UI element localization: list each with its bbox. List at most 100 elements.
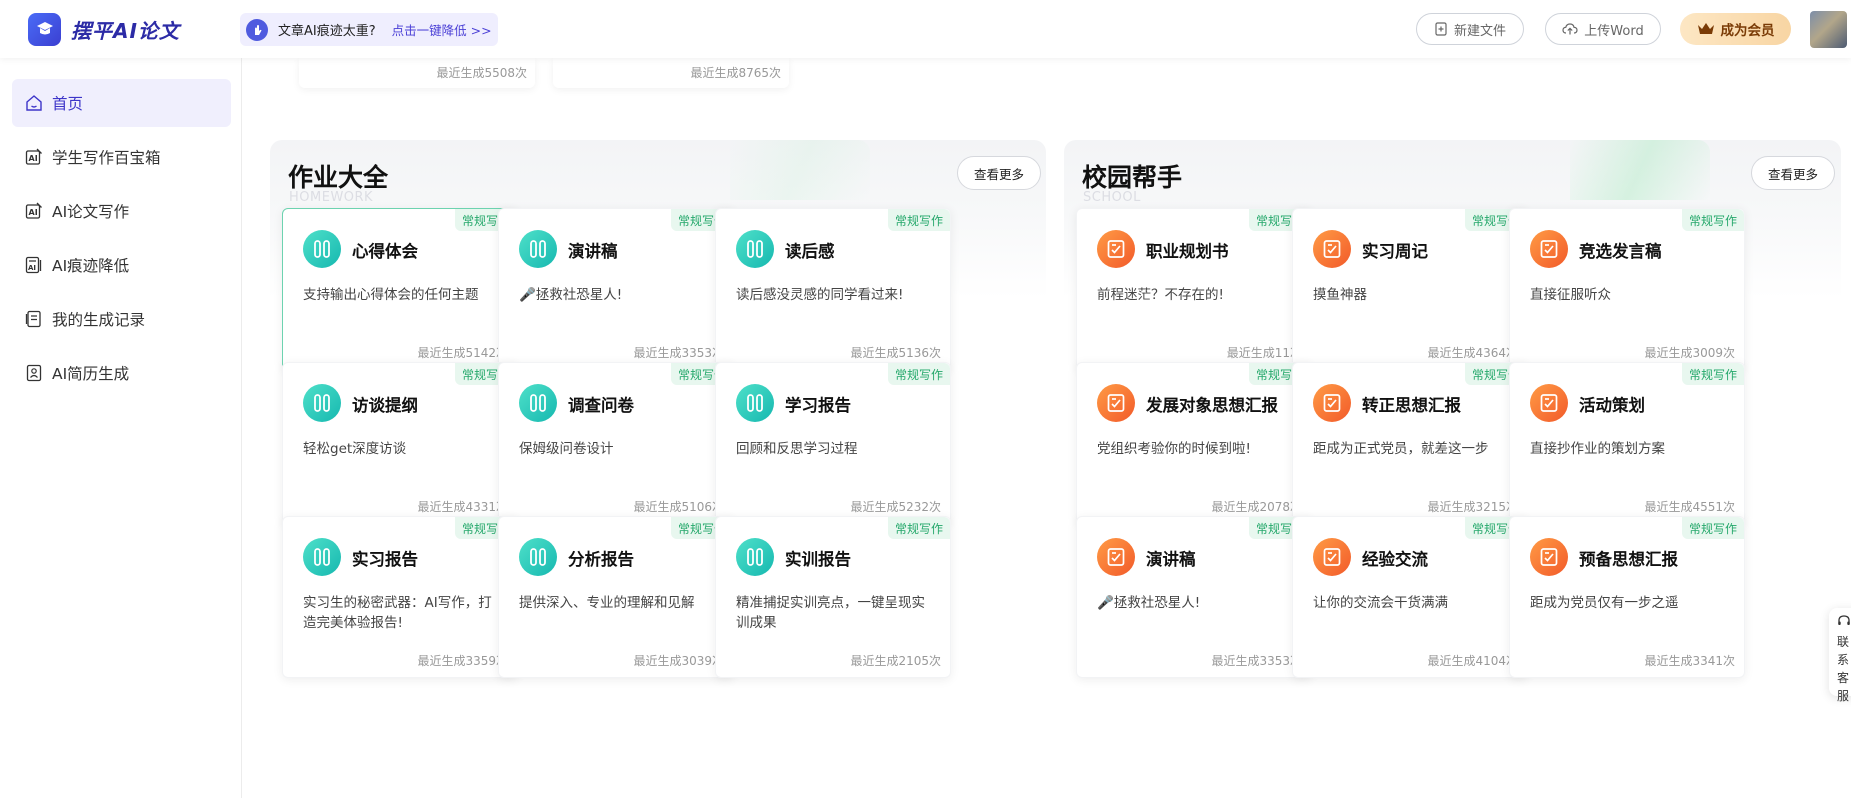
card-count: 最近生成5142次 (417, 346, 508, 360)
card-count: 最近生成3353次 (1211, 654, 1302, 668)
card-description: 距成为正式党员，就差这一步 (1313, 441, 1489, 457)
card-description: 提供深入、专业的理解和见解 (519, 595, 695, 611)
crown-icon (1697, 22, 1715, 36)
writing-card[interactable]: 常规写作 演讲稿 🎤拯救社恐星人! 最近生成3353次 (1076, 516, 1312, 678)
sidebar-item-home[interactable]: 首页 (12, 79, 231, 127)
card-title: 调查问卷 (568, 396, 634, 415)
writing-card[interactable]: 常规写作 活动策划 直接抄作业的策划方案 最近生成4551次 (1509, 362, 1745, 524)
card-title: 分析报告 (568, 550, 634, 569)
panel-subtitle: SCHOOL (1083, 190, 1141, 205)
sidebar-item-label: AI痕迹降低 (52, 257, 130, 275)
card-count: 最近生成2105次 (850, 654, 941, 668)
ai-trace-notice[interactable]: 文章AI痕迹太重? 点击一键降低 >> (240, 13, 498, 46)
writing-card[interactable]: 常规写作 心得体会 支持输出心得体会的任何主题 最近生成5142次 (282, 208, 518, 370)
homework-book-icon (736, 384, 774, 422)
sidebar-item-label: 学生写作百宝箱 (52, 149, 161, 167)
panel-subtitle: HOMEWORK (289, 190, 374, 205)
category-tag: 常规写作 (887, 517, 950, 539)
panel-decoration (730, 140, 870, 200)
homework-book-icon (303, 230, 341, 268)
writing-card[interactable]: 常规写作 访谈提纲 轻松get深度访谈 最近生成4331次 (282, 362, 518, 524)
card-description: 🎤拯救社恐星人! (519, 287, 623, 303)
card-title: 经验交流 (1362, 550, 1428, 569)
sidebar-item-resume[interactable]: AI简历生成 (12, 349, 231, 397)
card-count: 最近生成4364次 (1427, 346, 1518, 360)
card-title: 预备思想汇报 (1579, 550, 1678, 569)
campus-report-icon (1313, 384, 1351, 422)
customer-service-label: 联系客服 (1837, 635, 1850, 703)
writing-card[interactable]: 常规写作 分析报告 提供深入、专业的理解和见解 最近生成3039次 (498, 516, 734, 678)
ai-toolbox-icon: AI (24, 147, 44, 167)
writing-card[interactable]: 常规写作 竞选发言稿 直接征服听众 最近生成3009次 (1509, 208, 1745, 370)
sidebar-item-ai-paper[interactable]: AI AI论文写作 (12, 187, 231, 235)
homework-panel: 作业大全 HOMEWORK 查看更多 常规写作 心得体会 支持输出心得体会的任何主题… (270, 140, 1046, 750)
writing-card[interactable]: 常规写作 调查问卷 保姆级问卷设计 最近生成5106次 (498, 362, 734, 524)
previous-card[interactable]: 最近生成5508次 (299, 58, 535, 88)
writing-card[interactable]: 常规写作 预备思想汇报 距成为党员仅有一步之遥 最近生成3341次 (1509, 516, 1745, 678)
card-description: 距成为党员仅有一步之遥 (1530, 595, 1679, 611)
card-description: 🎤拯救社恐星人! (1097, 595, 1201, 611)
view-more-button[interactable]: 查看更多 (957, 156, 1041, 190)
campus-report-icon (1530, 230, 1568, 268)
card-count: 最近生成3215次 (1427, 500, 1518, 514)
sidebar-item-label: 我的生成记录 (52, 311, 146, 329)
card-description: 让你的交流会干货满满 (1313, 595, 1448, 611)
card-count: 最近生成4551次 (1644, 500, 1735, 514)
sidebar-item-history[interactable]: 我的生成记录 (12, 295, 231, 343)
card-count: 最近生成5106次 (633, 500, 724, 514)
card-description: 党组织考验你的时候到啦! (1097, 441, 1251, 457)
writing-card[interactable]: 常规写作 实训报告 精准捕捉实训亮点，一键呈现实训成果 最近生成2105次 (715, 516, 951, 678)
svg-text:AI: AI (29, 208, 38, 217)
campus-report-icon (1530, 384, 1568, 422)
writing-card[interactable]: 常规写作 转正思想汇报 距成为正式党员，就差这一步 最近生成3215次 (1292, 362, 1528, 524)
previous-card[interactable]: 最近生成8765次 (553, 58, 789, 88)
card-count: 最近生成3009次 (1644, 346, 1735, 360)
card-count: 最近生成4331次 (417, 500, 508, 514)
upload-word-label: 上传Word (1584, 23, 1644, 39)
writing-card[interactable]: 常规写作 读后感 读后感没灵感的同学看过来! 最近生成5136次 (715, 208, 951, 370)
writing-card[interactable]: 常规写作 职业规划书 前程迷茫？不存在的! 最近生成11次 (1076, 208, 1312, 370)
customer-service-button[interactable]: 联系客服 (1829, 608, 1851, 703)
card-count: 最近生成3341次 (1644, 654, 1735, 668)
card-count: 最近生成5232次 (850, 500, 941, 514)
category-tag: 常规写作 (1681, 209, 1744, 231)
campus-report-icon (1530, 538, 1568, 576)
campus-report-icon (1313, 230, 1351, 268)
homework-book-icon (736, 230, 774, 268)
card-count: 最近生成11次 (1226, 346, 1302, 360)
writing-card[interactable]: 常规写作 实习周记 摸鱼神器 最近生成4364次 (1292, 208, 1528, 370)
campus-report-icon (1097, 384, 1135, 422)
notice-reduce-link[interactable]: 点击一键降低 >> (392, 20, 492, 39)
sidebar: 首页 AI 学生写作百宝箱 AI AI论文写作 AI AI痕迹降低 我的生成记录… (0, 58, 242, 798)
writing-card[interactable]: 常规写作 经验交流 让你的交流会干货满满 最近生成4104次 (1292, 516, 1528, 678)
campus-panel: 校园帮手 SCHOOL 查看更多 常规写作 职业规划书 前程迷茫？不存在的! 最近生成… (1064, 140, 1841, 750)
headset-icon (1838, 615, 1850, 625)
new-file-label: 新建文件 (1453, 23, 1506, 39)
card-title: 职业规划书 (1146, 242, 1229, 261)
writing-card[interactable]: 常规写作 演讲稿 🎤拯救社恐星人! 最近生成3353次 (498, 208, 734, 370)
card-title: 心得体会 (352, 242, 418, 261)
logo[interactable]: 摆平AI论文 (28, 12, 180, 46)
become-vip-button[interactable]: 成为会员 (1680, 13, 1791, 45)
category-tag: 常规写作 (887, 363, 950, 385)
upload-word-button[interactable]: 上传Word (1545, 13, 1661, 45)
writing-card[interactable]: 常规写作 实习报告 实习生的秘密武器：AI写作，打造完美体验报告! 最近生成3359次 (282, 516, 518, 678)
card-title: 竞选发言稿 (1579, 242, 1662, 261)
card-description: 保姆级问卷设计 (519, 441, 614, 457)
card-title: 发展对象思想汇报 (1146, 396, 1278, 415)
avatar[interactable] (1810, 11, 1847, 48)
ai-reduce-icon: AI (24, 255, 44, 275)
sidebar-item-toolbox[interactable]: AI 学生写作百宝箱 (12, 133, 231, 181)
sidebar-item-label: AI简历生成 (52, 365, 130, 383)
card-count: 最近生成2078次 (1211, 500, 1302, 514)
view-more-button[interactable]: 查看更多 (1751, 156, 1835, 190)
resume-icon (24, 363, 44, 383)
writing-card[interactable]: 常规写作 发展对象思想汇报 党组织考验你的时候到啦! 最近生成2078次 (1076, 362, 1312, 524)
sidebar-item-ai-reduce[interactable]: AI AI痕迹降低 (12, 241, 231, 289)
card-title: 学习报告 (785, 396, 851, 415)
card-title: 演讲稿 (568, 242, 618, 261)
new-file-button[interactable]: 新建文件 (1416, 13, 1524, 45)
writing-card[interactable]: 常规写作 学习报告 回顾和反思学习过程 最近生成5232次 (715, 362, 951, 524)
sidebar-item-label: AI论文写作 (52, 203, 130, 221)
panel-title: 校园帮手 (1082, 163, 1183, 192)
